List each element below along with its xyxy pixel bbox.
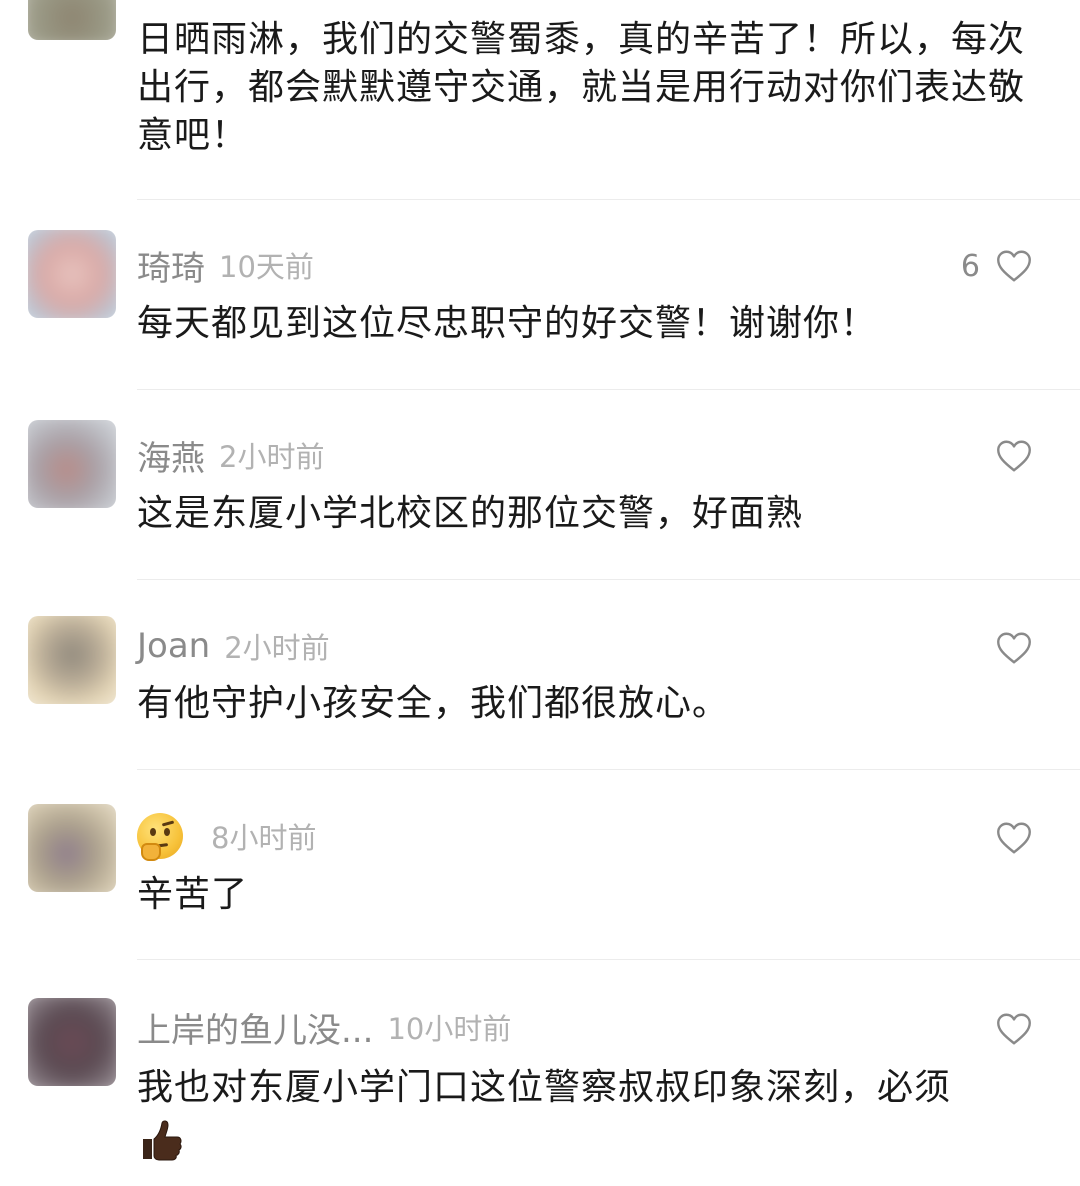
heart-icon[interactable]	[996, 821, 1032, 855]
comment-text: 这是东厦小学北校区的那位交警，好面熟	[137, 493, 804, 534]
thumbs-up-icon	[143, 1120, 182, 1161]
divider	[137, 199, 1080, 200]
avatar[interactable]	[28, 998, 116, 1086]
timestamp: 10天前	[219, 250, 314, 284]
like-button[interactable]	[980, 627, 1032, 669]
heart-icon[interactable]	[996, 631, 1032, 665]
comment-header: Joan 2小时前	[137, 625, 330, 667]
avatar[interactable]	[28, 230, 116, 318]
avatar[interactable]	[28, 804, 116, 892]
heart-icon[interactable]	[996, 439, 1032, 473]
username[interactable]: 上岸的鱼儿没...	[137, 1003, 373, 1052]
like-button[interactable]	[980, 435, 1032, 477]
username[interactable]: 海燕	[137, 431, 205, 480]
timestamp: 10小时前	[387, 1012, 512, 1046]
comment-text: 有他守护小孩安全，我们都很放心。	[137, 683, 730, 724]
avatar[interactable]	[28, 0, 116, 40]
divider	[137, 769, 1080, 770]
timestamp: 2小时前	[219, 440, 325, 474]
divider	[137, 579, 1080, 580]
username[interactable]: 琦琦	[137, 241, 205, 290]
comment-text: 辛苦了	[137, 874, 249, 915]
comment-text: 我也对东厦小学门口这位警察叔叔印象深刻，必须	[137, 1062, 1037, 1166]
timestamp: 8小时前	[211, 821, 317, 855]
timestamp: 2小时前	[224, 631, 330, 665]
comment-text-body: 我也对东厦小学门口这位警察叔叔印象深刻，必须	[137, 1067, 952, 1108]
heart-icon[interactable]	[996, 1012, 1032, 1046]
comment-text: 日晒雨淋，我们的交警蜀黍，真的辛苦了！所以，每次出行，都会默默遵守交通，就当是用…	[137, 19, 1026, 156]
like-button[interactable]	[980, 1008, 1032, 1050]
comment-header: 上岸的鱼儿没... 10小时前	[137, 1006, 512, 1051]
divider	[137, 959, 1080, 960]
comment-text: 每天都见到这位尽忠职守的好交警！谢谢你！	[137, 303, 878, 344]
username[interactable]: Joan	[137, 626, 210, 666]
like-count: 6	[960, 248, 980, 284]
thinking-face-icon[interactable]	[137, 813, 183, 861]
comment-header: 琦琦 10天前	[137, 244, 314, 289]
avatar[interactable]	[28, 616, 116, 704]
avatar[interactable]	[28, 420, 116, 508]
like-button[interactable]	[980, 817, 1032, 859]
comment-header: 海燕 2小时前	[137, 434, 325, 479]
like-button[interactable]: 6	[961, 245, 1032, 287]
divider	[137, 389, 1080, 390]
comment-header: 8小时前	[137, 813, 317, 861]
heart-icon[interactable]	[996, 249, 1032, 283]
